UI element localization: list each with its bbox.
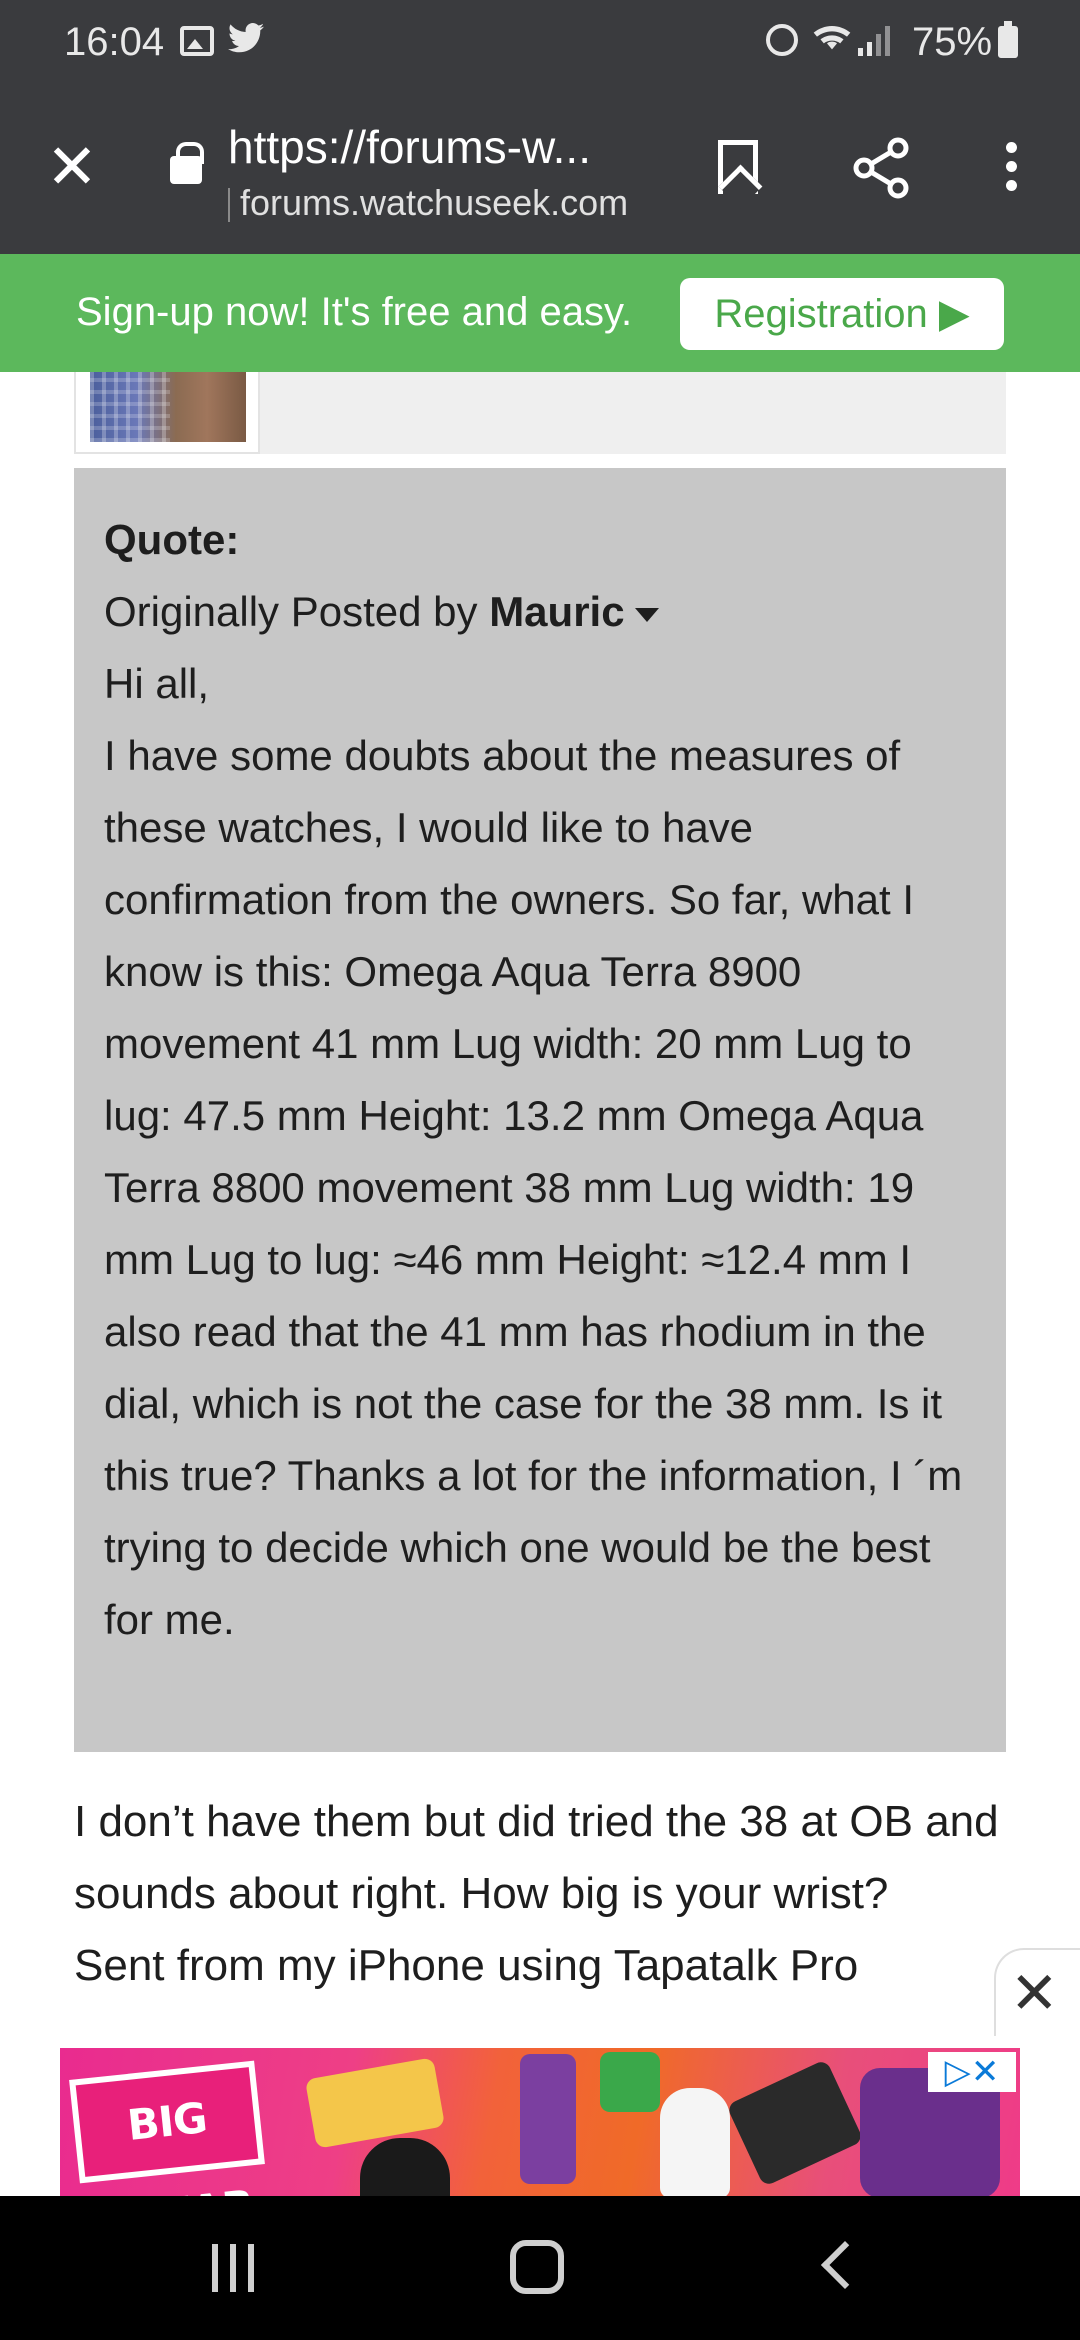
avatar[interactable]	[90, 372, 246, 442]
domain-text[interactable]: forums.watchuseek.com	[240, 182, 628, 224]
quote-title: Quote:	[104, 516, 240, 563]
quote-body: I have some doubts about the measures of…	[104, 732, 963, 1643]
ad-brand-logo: BIG BAZAR	[69, 2060, 265, 2196]
system-nav-bar	[0, 2196, 1080, 2340]
recent-apps-icon[interactable]	[212, 2244, 262, 2292]
quote-author-link[interactable]: Mauric	[489, 588, 624, 635]
alarm-icon	[766, 24, 798, 56]
reply-text: I don’t have them but did tried the 38 a…	[74, 1797, 999, 1918]
share-icon[interactable]	[850, 136, 914, 200]
reply-signature: Sent from my iPhone using Tapatalk Pro	[74, 1941, 859, 1990]
wifi-icon	[812, 18, 852, 63]
browser-toolbar: ✕ https://forums-w... forums.watchuseek.…	[0, 86, 1080, 254]
ad-banner: BIG BAZAR ▷✕	[0, 2036, 1080, 2196]
adchoices-badge[interactable]: ▷✕	[928, 2052, 1016, 2092]
quote-greeting: Hi all,	[104, 660, 210, 707]
registration-button[interactable]: Registration ▶	[680, 278, 1004, 350]
originally-posted-label: Originally Posted by	[104, 588, 490, 635]
battery-icon	[998, 21, 1018, 58]
user-info-panel	[260, 372, 1006, 454]
ad-image[interactable]: BIG BAZAR ▷✕	[60, 2048, 1020, 2196]
signup-text: Sign-up now! It's free and easy.	[76, 290, 633, 334]
gallery-icon	[180, 26, 214, 56]
page-content: Quote: Originally Posted by Mauric Hi al…	[0, 372, 1080, 2036]
close-icon[interactable]: ✕	[1010, 1958, 1059, 2030]
status-time: 16:04	[64, 20, 165, 64]
close-icon[interactable]: ✕	[42, 137, 102, 199]
avatar-frame	[74, 372, 260, 454]
back-icon[interactable]	[820, 2240, 870, 2290]
ad-product-image	[520, 2054, 576, 2184]
url-text[interactable]: https://forums-w...	[228, 120, 591, 174]
ad-product-image	[726, 2058, 864, 2188]
ad-product-image	[304, 2057, 446, 2149]
bookmark-icon[interactable]	[718, 140, 758, 194]
quote-attribution: Originally Posted by Mauric	[104, 576, 976, 648]
domain-divider	[228, 188, 230, 222]
twitter-icon	[228, 20, 264, 62]
ad-close-button[interactable]: ✕	[994, 1948, 1080, 2038]
signup-banner: Sign-up now! It's free and easy. Registr…	[0, 254, 1080, 372]
ad-product-image	[600, 2052, 660, 2112]
status-bar: 16:04 75%	[0, 0, 1080, 86]
ad-product-image	[660, 2088, 730, 2196]
quote-block: Quote: Originally Posted by Mauric Hi al…	[74, 468, 1006, 1752]
caret-down-icon[interactable]	[634, 607, 659, 622]
more-vert-icon[interactable]	[1000, 142, 1022, 198]
reply-post: I don’t have them but did tried the 38 a…	[74, 1786, 1006, 2002]
home-icon[interactable]	[510, 2240, 564, 2294]
battery-percent: 75%	[912, 20, 993, 64]
ad-product-image	[360, 2138, 450, 2196]
lock-icon[interactable]	[170, 142, 204, 184]
signal-icon	[858, 26, 892, 56]
